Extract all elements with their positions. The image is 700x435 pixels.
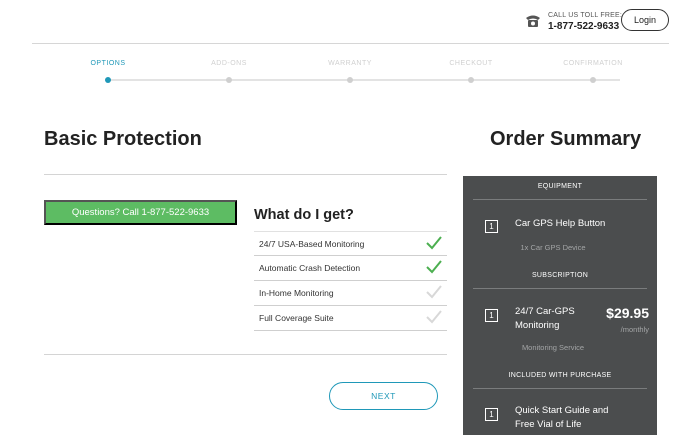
feature-row: 24/7 USA-Based Monitoring — [254, 231, 447, 256]
included-heading: INCLUDED WITH PURCHASE — [508, 372, 612, 379]
subscription-heading: SUBSCRIPTION — [531, 272, 589, 279]
included-name-line: Free Vial of Life — [515, 419, 582, 430]
step-add-ons[interactable]: ADD-ONS — [184, 60, 274, 83]
site-header: CALL US TOLL FREE: 1-877-522-9633 Login — [0, 0, 700, 44]
order-summary-panel: EQUIPMENT 1 Car GPS Help Button 1x Car G… — [463, 176, 657, 435]
step-dot — [226, 77, 232, 83]
section-divider — [473, 388, 647, 389]
feature-label: 24/7 USA-Based Monitoring — [259, 239, 365, 249]
section-divider — [473, 288, 647, 289]
check-icon — [426, 310, 442, 324]
subscription-quantity: 1 — [485, 309, 498, 322]
step-checkout[interactable]: CHECKOUT — [426, 60, 516, 83]
included-item-name: Quick Start Guide and Free Vial of Life — [515, 404, 608, 432]
equipment-quantity: 1 — [485, 220, 498, 233]
step-warranty[interactable]: WARRANTY — [305, 60, 395, 83]
page-title: Basic Protection — [44, 128, 202, 150]
subscription-name-line: 24/7 Car-GPS — [515, 306, 575, 317]
call-us-number[interactable]: 1-877-522-9633 — [548, 21, 619, 32]
feature-label: Full Coverage Suite — [259, 313, 334, 323]
step-dot — [105, 77, 111, 83]
step-label: CHECKOUT — [449, 60, 493, 67]
check-icon — [426, 260, 442, 274]
section-divider — [473, 199, 647, 200]
step-options[interactable]: OPTIONS — [63, 60, 153, 83]
login-button[interactable]: Login — [621, 9, 669, 31]
equipment-item-sub: 1x Car GPS Device — [520, 243, 586, 252]
step-label: CONFIRMATION — [563, 60, 623, 67]
call-us-label: CALL US TOLL FREE: — [548, 12, 623, 19]
step-label: WARRANTY — [328, 60, 372, 67]
feature-label: Automatic Crash Detection — [259, 263, 361, 273]
next-button[interactable]: NEXT — [329, 382, 438, 410]
included-name-line: Quick Start Guide and — [515, 405, 609, 416]
title-divider — [44, 174, 447, 175]
content-divider — [44, 354, 447, 355]
questions-call-button[interactable]: Questions? Call 1-877-522-9633 — [44, 200, 237, 225]
header-divider — [32, 43, 669, 44]
equipment-heading: EQUIPMENT — [537, 183, 583, 190]
equipment-item-name: Car GPS Help Button — [515, 218, 606, 229]
subscription-item-sub: Monitoring Service — [521, 343, 585, 352]
subscription-price-period: /monthly — [620, 325, 649, 334]
feature-row: Automatic Crash Detection — [254, 256, 447, 281]
check-icon — [426, 236, 442, 250]
step-label: ADD-ONS — [211, 60, 247, 67]
subscription-item-name: 24/7 Car-GPS Monitoring — [515, 305, 575, 333]
step-dot — [347, 77, 353, 83]
subscription-price: $29.95 — [606, 305, 649, 321]
order-summary-title: Order Summary — [490, 128, 642, 150]
subscription-name-line: Monitoring — [515, 320, 560, 331]
step-dot — [468, 77, 474, 83]
step-label: OPTIONS — [90, 60, 126, 67]
what-do-i-get-heading: What do I get? — [254, 207, 354, 223]
included-quantity: 1 — [485, 408, 498, 421]
checkout-progress: OPTIONS ADD-ONS WARRANTY CHECKOUT CONFIR… — [0, 60, 700, 90]
phone-icon — [526, 15, 540, 27]
step-confirmation[interactable]: CONFIRMATION — [548, 60, 638, 83]
feature-row: Full Coverage Suite — [254, 306, 447, 331]
check-icon — [426, 285, 442, 299]
feature-list: 24/7 USA-Based Monitoring Automatic Cras… — [254, 231, 447, 331]
feature-label: In-Home Monitoring — [259, 288, 334, 298]
feature-row: In-Home Monitoring — [254, 281, 447, 306]
step-dot — [590, 77, 596, 83]
